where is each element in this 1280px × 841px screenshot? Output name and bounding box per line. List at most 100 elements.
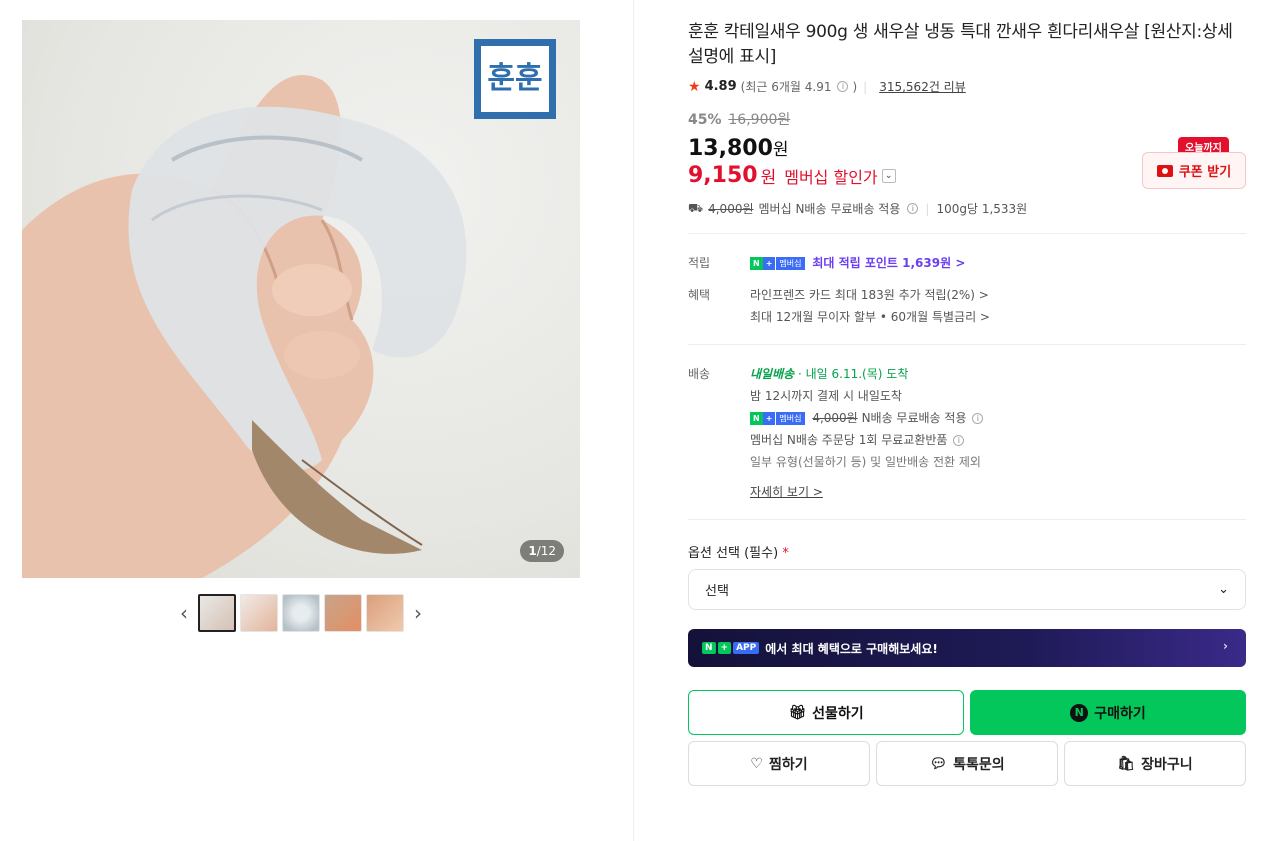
coupon-icon — [1156, 164, 1173, 177]
points-text: 최대 적립 포인트 1,639원 > — [812, 256, 966, 270]
discount-row: 45% 16,900원 — [688, 109, 1246, 129]
member-price-unit: 원 — [760, 168, 777, 188]
delivery-cutoff: 밤 12시까지 결제 시 내일도착 — [750, 389, 902, 403]
wishlist-button[interactable]: ♡ 찜하기 — [688, 741, 870, 786]
image-counter-current: 1 — [528, 544, 537, 558]
option-section: 옵션 선택 (필수) * 선택 ⌄ — [688, 542, 1246, 610]
delivery-details: 내일배송 · 내일 6.11.(목) 도착 밤 12시까지 결제 시 내일도착 … — [750, 363, 1246, 503]
thumbnail-2[interactable] — [240, 594, 278, 632]
points-row: 적립 N + 멤버십 최대 적립 포인트 1,639원 > — [688, 252, 1246, 274]
delivery-section: 배송 내일배송 · 내일 6.11.(목) 도착 밤 12시까지 결제 시 내일… — [688, 363, 1246, 503]
gift-icon: 🎁︎ — [788, 704, 807, 721]
app-promo-banner[interactable]: N + APP 에서 최대 혜택으로 구매해보세요! › — [688, 629, 1246, 667]
rating-value: 4.89 — [704, 79, 737, 94]
benefits-section: 적립 N + 멤버십 최대 적립 포인트 1,639원 > 혜택 라인프렌즈 카드 … — [688, 252, 1246, 328]
delivery-info-icon[interactable]: i — [972, 413, 984, 424]
divider — [688, 233, 1246, 234]
heart-icon: ♡ — [750, 755, 763, 772]
naver-n-icon: N — [1070, 703, 1089, 722]
app-tag-app: APP — [733, 642, 760, 654]
cart-button[interactable]: 🛍︎ 장바구니 — [1064, 741, 1246, 786]
points-value[interactable]: N + 멤버십 최대 적립 포인트 1,639원 > — [750, 252, 1246, 274]
npay-membership-badge: N + 멤버십 — [750, 257, 805, 270]
card-benefit-link[interactable]: 라인프렌즈 카드 최대 183원 추가 적립(2%) > — [750, 284, 1246, 306]
wishlist-button-label: 찜하기 — [768, 756, 808, 773]
unit-price: 100g당 1,533원 — [936, 202, 1028, 216]
thumbnail-4[interactable] — [324, 594, 362, 632]
brand-logo: 훈훈 — [474, 39, 556, 119]
brand-logo-text: 훈훈 — [487, 61, 543, 96]
thumbnail-next-icon[interactable]: › — [408, 601, 428, 625]
shipping-fee-strike: 4,000원 — [708, 202, 754, 216]
cart-button-label: 장바구니 — [1141, 756, 1193, 773]
delivery-fee-text: N배송 무료배송 적용 — [861, 411, 967, 425]
chevron-right-icon: › — [1223, 639, 1228, 653]
benefit-lines: 라인프렌즈 카드 최대 183원 추가 적립(2%) > 최대 12개월 무이자… — [750, 284, 1246, 328]
benefit-label: 혜택 — [688, 288, 711, 302]
main-product-image[interactable]: 훈훈 1 /12 — [22, 20, 580, 578]
divider — [688, 519, 1246, 520]
info-icon[interactable]: i — [837, 81, 849, 92]
return-info-icon[interactable]: i — [953, 435, 965, 446]
delivery-more-link[interactable]: 자세히 보기 > — [750, 481, 1246, 503]
option-select-value: 선택 — [705, 584, 729, 599]
delivery-fee-row: N + 멤버십 4,000원 N배송 무료배송 적용 i — [750, 407, 1246, 429]
member-price-label: 멤버십 할인가 — [784, 167, 878, 187]
separator: | — [863, 79, 868, 94]
buy-button[interactable]: N 구매하기 — [970, 690, 1246, 735]
secondary-actions: ♡ 찜하기 💬︎ 톡톡문의 🛍︎ 장바구니 — [688, 741, 1246, 786]
product-page: 훈훈 1 /12 ‹ › 훈훈 칵테일새우 900g 생 새우살 냉동 특대 깐… — [0, 0, 1280, 841]
buy-button-label: 구매하기 — [1094, 705, 1146, 722]
arrival-date: · 내일 6.11.(목) 도착 — [798, 367, 909, 381]
app-tag: N + APP — [702, 642, 760, 654]
thumbnail-strip: ‹ › — [22, 593, 580, 633]
discount-rate: 45% — [688, 112, 722, 128]
option-label-text: 옵션 선택 (필수) — [688, 546, 779, 561]
review-count-link[interactable]: 315,562건 리뷰 — [879, 78, 966, 95]
shopping-bag-icon: 🛍︎ — [1117, 755, 1136, 772]
separator: | — [925, 201, 930, 216]
option-label: 옵션 선택 (필수) * — [688, 542, 1246, 561]
coupon-button[interactable]: 쿠폰 받기 — [1142, 152, 1246, 189]
divider — [688, 344, 1246, 345]
shipping-info-icon[interactable]: i — [907, 203, 919, 214]
delivery-row: 배송 내일배송 · 내일 6.11.(목) 도착 밤 12시까지 결제 시 내일… — [688, 363, 1246, 503]
chat-bubble-icon: 💬︎ — [929, 755, 948, 772]
sale-price-unit: 원 — [772, 140, 789, 160]
panel-divider — [633, 0, 634, 841]
thumbnail-5[interactable] — [366, 594, 404, 632]
delivery-fee-strike: 4,000원 — [812, 411, 858, 425]
product-info: 훈훈 칵테일새우 900g 생 새우살 냉동 특대 깐새우 흰다리새우살 [원산… — [688, 20, 1246, 786]
product-gallery: 훈훈 1 /12 ‹ › — [22, 20, 580, 633]
gift-button-label: 선물하기 — [812, 705, 864, 722]
benefit-row: 혜택 라인프렌즈 카드 최대 183원 추가 적립(2%) > 최대 12개월 … — [688, 284, 1246, 328]
member-price: 9,150 — [688, 163, 758, 188]
recent-rating-close: ) — [852, 79, 858, 94]
primary-actions: 🎁︎ 선물하기 N 구매하기 — [688, 690, 1246, 735]
image-counter-total: /12 — [536, 544, 556, 558]
expand-chevron-icon[interactable]: ⌄ — [881, 168, 896, 183]
talk-inquiry-button[interactable]: 💬︎ 톡톡문의 — [876, 741, 1058, 786]
shipping-summary: ⛟ 4,000원 멤버십 N배송 무료배송 적용 i | 100g당 1,533… — [688, 200, 1246, 217]
delivery-exception: 일부 유형(선물하기 등) 및 일반배송 전환 제외 — [750, 455, 981, 469]
delivery-label: 배송 — [688, 367, 711, 381]
thumbnail-1[interactable] — [198, 594, 236, 632]
star-icon: ★ — [688, 78, 701, 95]
npay-membership-badge: N + 멤버십 — [750, 412, 805, 425]
sale-price: 13,800 — [688, 136, 773, 161]
thumbnail-prev-icon[interactable]: ‹ — [174, 601, 194, 625]
recent-rating: (최근 6개월 4.91 — [740, 80, 832, 94]
talk-inquiry-label: 톡톡문의 — [953, 756, 1005, 773]
original-price: 16,900원 — [728, 112, 791, 128]
points-label: 적립 — [688, 256, 711, 270]
required-mark: * — [782, 546, 789, 561]
shipping-text: 멤버십 N배송 무료배송 적용 — [758, 202, 901, 216]
rating-row: ★ 4.89 (최근 6개월 4.91 i) | 315,562건 리뷰 — [688, 78, 1246, 95]
option-select[interactable]: 선택 ⌄ — [688, 569, 1246, 610]
app-tag-n: N — [702, 642, 716, 654]
image-counter: 1 /12 — [520, 540, 564, 562]
chevron-down-icon: ⌄ — [1218, 582, 1229, 597]
thumbnail-3[interactable] — [282, 594, 320, 632]
installment-link[interactable]: 최대 12개월 무이자 할부 • 60개월 특별금리 > — [750, 306, 1246, 328]
gift-button[interactable]: 🎁︎ 선물하기 — [688, 690, 964, 735]
